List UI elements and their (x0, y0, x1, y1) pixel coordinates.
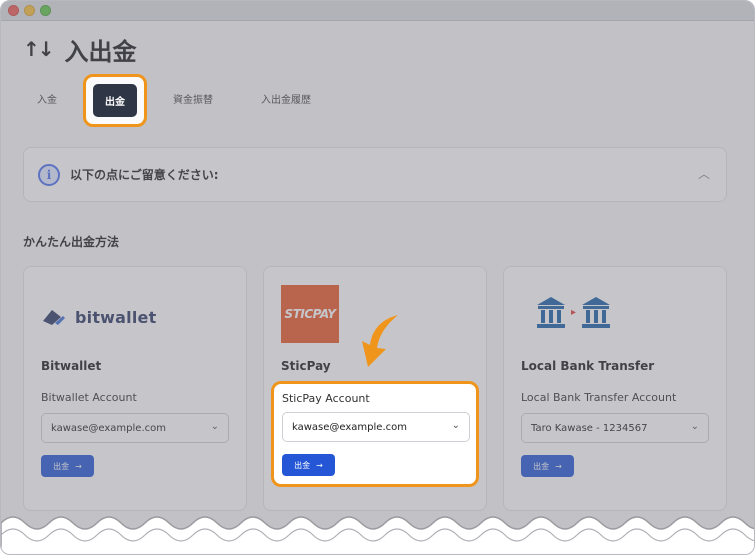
account-select-value: kawase@example.com (292, 421, 407, 433)
highlight-active-tab: 出金 (83, 74, 147, 127)
transfer-arrow-icon: ▸ (571, 306, 577, 318)
withdraw-button-label: 出金 (533, 461, 550, 471)
section-title: かんたん出金方法 (23, 235, 120, 249)
tab-fund-transfer[interactable]: 資金振替 (169, 88, 217, 114)
withdraw-button-label: 出金 (294, 460, 311, 470)
app-window: ↑↓ 入出金 入金 資金振替 入出金履歴 i 以下の点にご留意ください: ︿ か… (0, 0, 755, 555)
account-select-value: kawase@example.com (51, 422, 166, 434)
tab-history[interactable]: 入出金履歴 (257, 88, 315, 114)
arrow-right-icon: → (555, 461, 562, 471)
tab-deposit[interactable]: 入金 (33, 88, 61, 114)
info-icon: i (38, 163, 60, 186)
tab-withdraw-label: 出金 (105, 97, 125, 108)
account-label: SticPay Account (282, 392, 370, 405)
method-name: Local Bank Transfer (521, 359, 655, 373)
arrow-right-icon: → (75, 461, 82, 471)
title-bar (1, 1, 754, 21)
method-card-local-bank: ▸ Local Bank Transfer Local Bank Transfe… (503, 266, 727, 511)
method-name: Bitwallet (41, 359, 102, 373)
withdraw-button[interactable]: 出金 → (41, 455, 94, 477)
withdraw-button[interactable]: 出金 → (521, 455, 574, 477)
chevron-down-icon: ⌄ (451, 420, 460, 431)
highlight-sticpay-account: SticPay Account kawase@example.com ⌄ 出金 … (271, 381, 479, 487)
tab-withdraw[interactable]: 出金 (93, 84, 137, 117)
arrow-right-icon: → (316, 460, 323, 470)
chevron-up-icon[interactable]: ︿ (698, 165, 710, 182)
bank-logo: ▸ (535, 295, 711, 329)
callout-arrow-icon (362, 315, 398, 367)
arrows-up-down-icon: ↑↓ (23, 37, 54, 61)
page-title-text: 入出金 (64, 37, 137, 66)
sticpay-logo-text: STICPAY (284, 307, 336, 321)
minimize-window-button[interactable] (24, 5, 35, 16)
account-select[interactable]: kawase@example.com ⌄ (282, 412, 470, 442)
method-card-bitwallet: bitwallet Bitwallet Bitwallet Account ka… (23, 266, 247, 511)
sticpay-logo: STICPAY (281, 285, 339, 343)
bank-logo-area: ▸ (521, 285, 711, 347)
torn-edge-decoration (1, 516, 754, 554)
bitwallet-logo: bitwallet (41, 285, 231, 347)
bank-icon (537, 297, 565, 328)
page-title: ↑↓ 入出金 (23, 32, 137, 66)
bank-icon (582, 297, 611, 328)
chevron-down-icon: ⌄ (690, 421, 699, 432)
notice-panel[interactable]: i 以下の点にご留意ください: ︿ (23, 147, 727, 202)
account-select[interactable]: Taro Kawase - 1234567 ⌄ (521, 413, 709, 443)
notice-text: 以下の点にご留意ください: (70, 168, 219, 182)
maximize-window-button[interactable] (40, 5, 51, 16)
method-name: SticPay (281, 359, 331, 373)
bitwallet-mark-icon (43, 310, 65, 325)
account-label: Local Bank Transfer Account (521, 391, 677, 404)
close-window-button[interactable] (8, 5, 19, 16)
withdraw-button[interactable]: 出金 → (282, 454, 335, 476)
withdraw-button-label: 出金 (53, 461, 70, 471)
bitwallet-logo-text: bitwallet (75, 307, 157, 327)
chevron-down-icon: ⌄ (210, 421, 219, 432)
account-select-value: Taro Kawase - 1234567 (531, 422, 648, 434)
account-label: Bitwallet Account (41, 391, 137, 404)
account-select[interactable]: kawase@example.com ⌄ (41, 413, 229, 443)
